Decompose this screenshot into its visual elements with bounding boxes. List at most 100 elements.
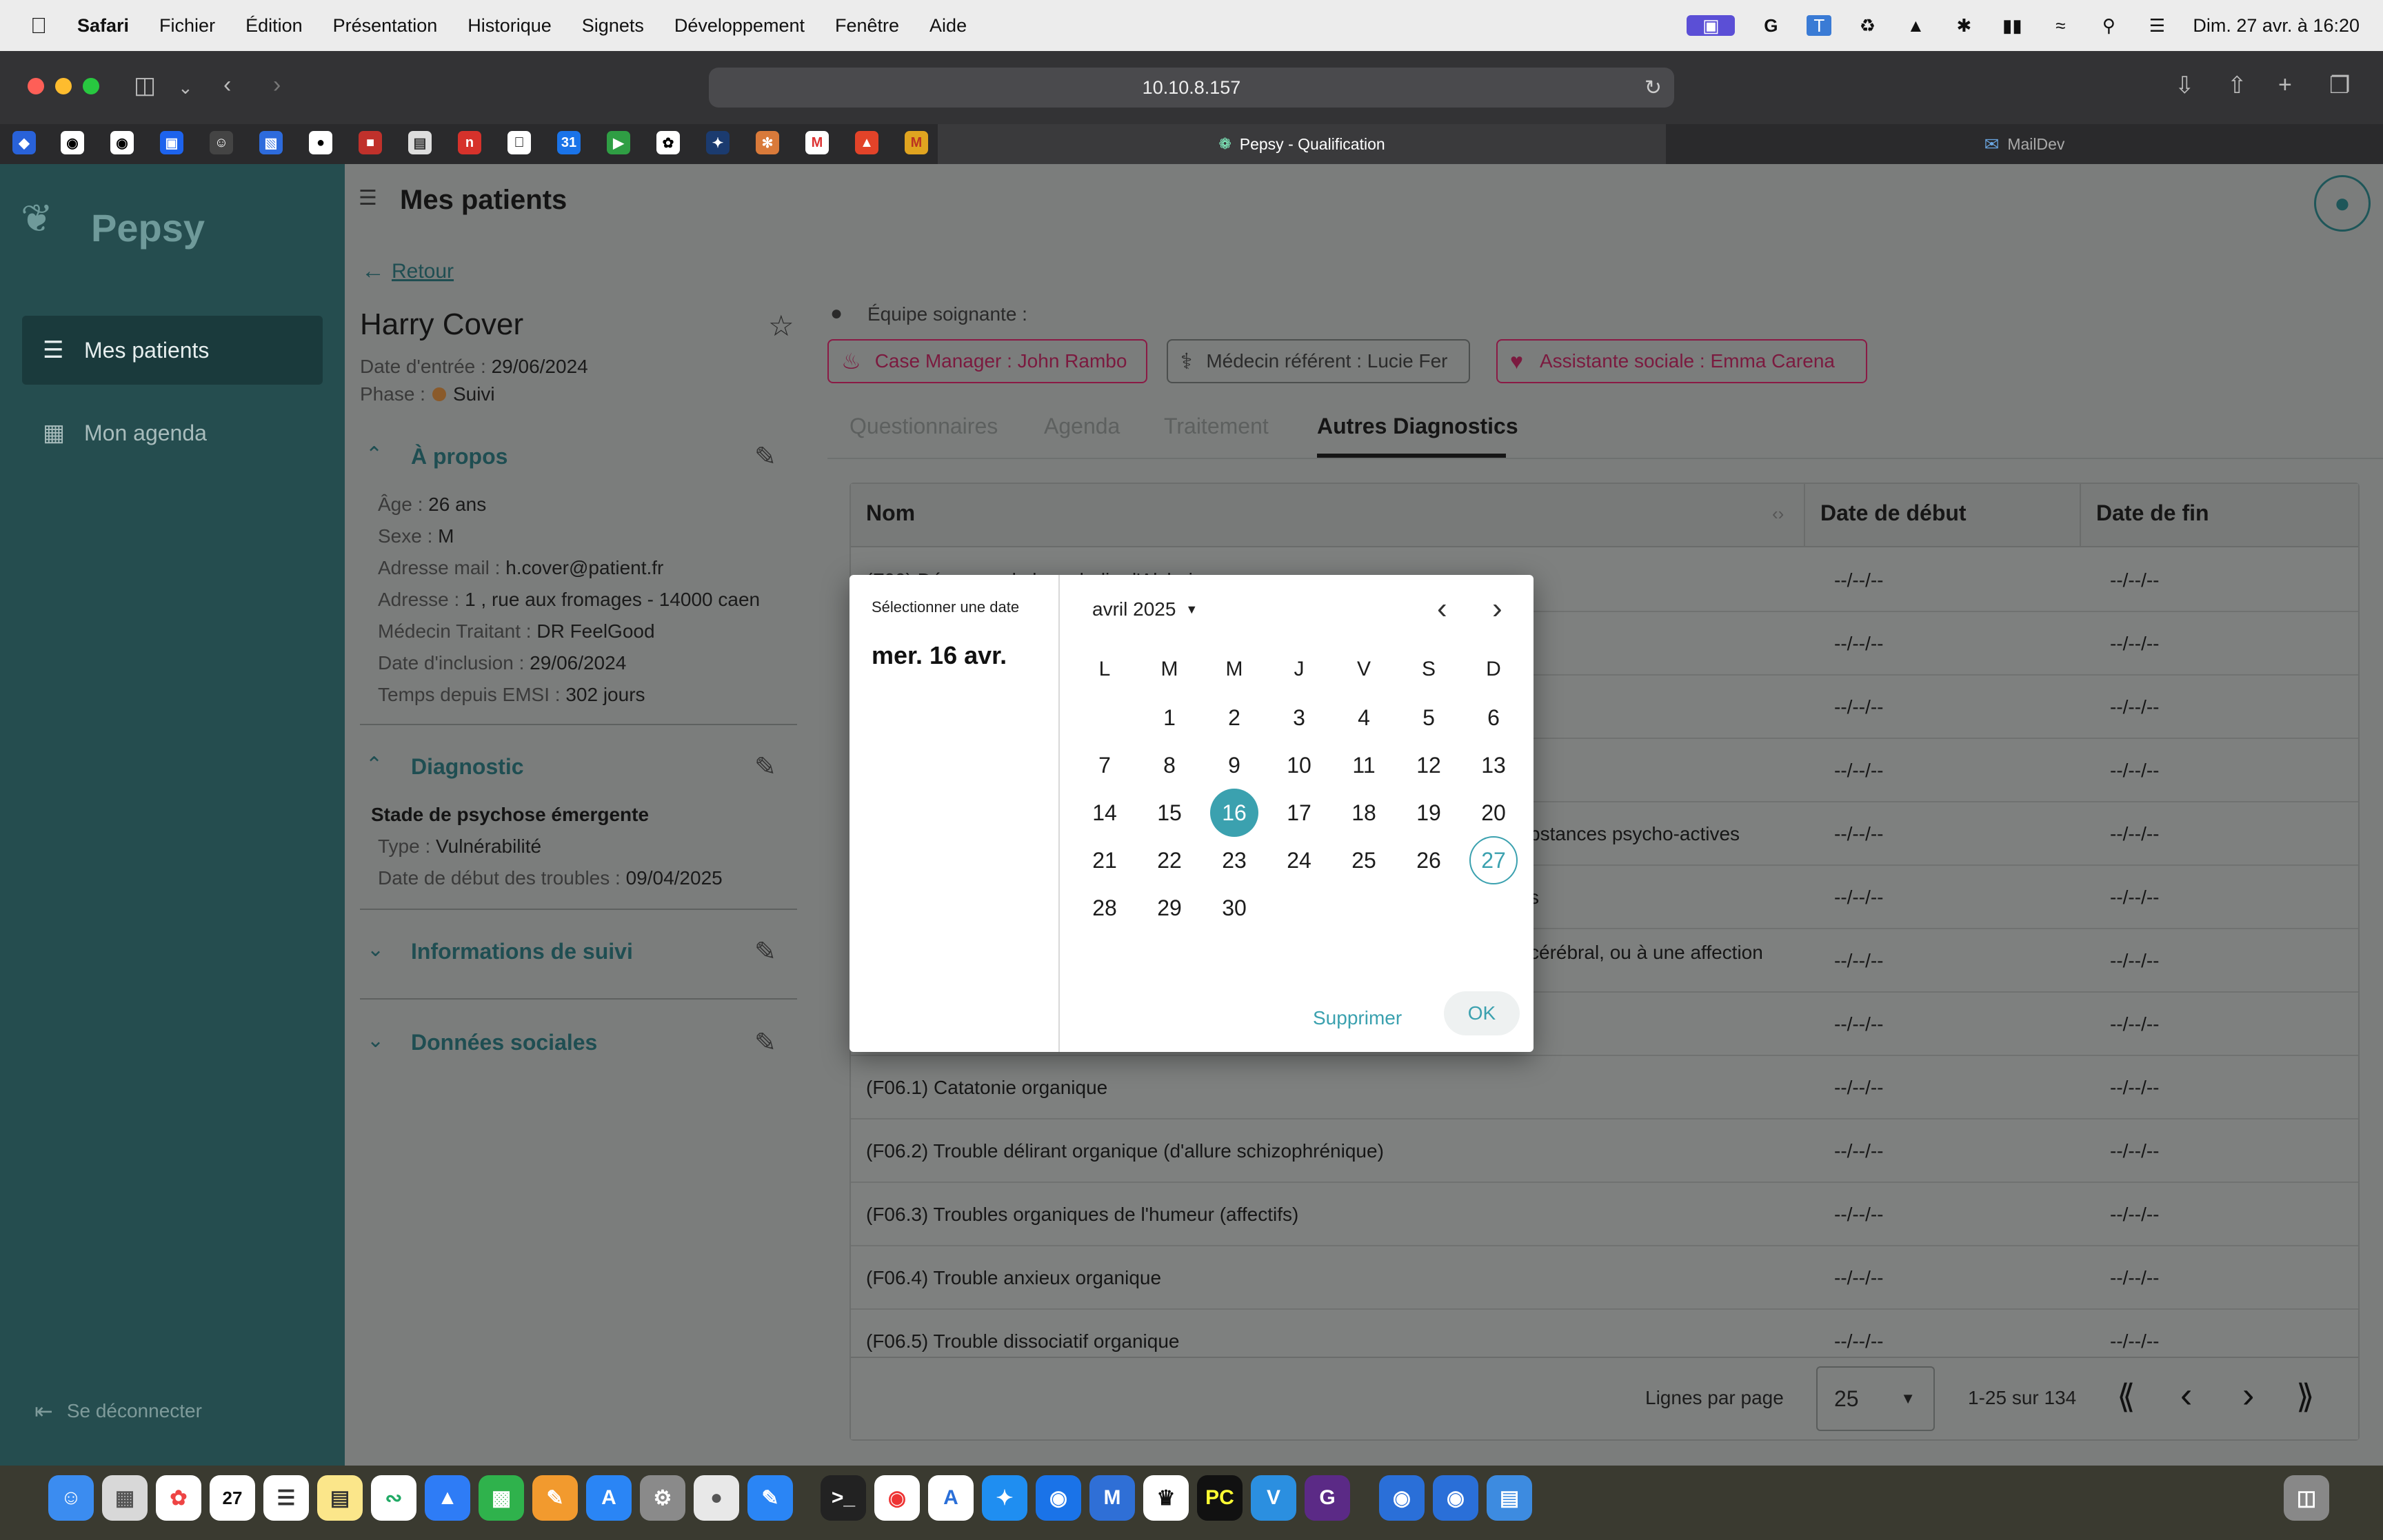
share-icon[interactable]: ⇧: [2227, 72, 2247, 99]
chevron-down-icon[interactable]: ⌄: [367, 1029, 384, 1053]
menu-item-fenetre[interactable]: Fenêtre: [835, 15, 899, 37]
edit-pencil-icon[interactable]: ✎: [754, 441, 776, 472]
tab-maildev[interactable]: ✉ MailDev: [1666, 124, 2383, 164]
zoom-window-icon[interactable]: [83, 78, 99, 94]
pycharm-icon[interactable]: PC: [1197, 1475, 1243, 1521]
trash-icon[interactable]: ◫: [2284, 1475, 2329, 1521]
menu-app-name[interactable]: Safari: [77, 15, 129, 37]
calendar-day[interactable]: 21: [1080, 836, 1129, 884]
calendar-day[interactable]: 6: [1469, 693, 1518, 742]
back-link[interactable]: ← Retour: [361, 258, 454, 285]
calendar-day[interactable]: 11: [1340, 741, 1388, 789]
logout-button[interactable]: ⇤ Se déconnecter: [34, 1398, 202, 1424]
last-page-icon[interactable]: ⟫: [2296, 1377, 2315, 1416]
calendar-day[interactable]: 8: [1145, 741, 1194, 789]
calendar-day[interactable]: 3: [1275, 693, 1323, 742]
control-center-icon[interactable]: ☰: [2144, 15, 2169, 36]
ok-button[interactable]: OK: [1444, 991, 1520, 1035]
calendar-day[interactable]: 29: [1145, 884, 1194, 932]
freeform-icon[interactable]: ∾: [371, 1475, 416, 1521]
tab-overview-icon[interactable]: ❐: [2329, 72, 2350, 99]
app-icon[interactable]: M: [1089, 1475, 1135, 1521]
favorite-openai-icon[interactable]: ✿: [656, 131, 680, 154]
app-icon[interactable]: ●: [694, 1475, 739, 1521]
favorite-star-icon[interactable]: ☆: [768, 309, 794, 343]
favorite-gmail-icon[interactable]: M: [805, 131, 829, 154]
favorite-github-icon[interactable]: ◉: [61, 131, 84, 154]
app-store-icon[interactable]: A: [586, 1475, 632, 1521]
minimize-window-icon[interactable]: [55, 78, 72, 94]
tab-autres-diagnostics[interactable]: Autres Diagnostics: [1317, 414, 1518, 439]
favorite-github-icon[interactable]: ◉: [110, 131, 134, 154]
favorite-gmail-icon[interactable]: M: [905, 131, 928, 154]
calendar-day-today[interactable]: 27: [1469, 836, 1518, 884]
calendar-day[interactable]: 15: [1145, 789, 1194, 837]
next-page-icon[interactable]: ›: [2242, 1375, 2254, 1416]
notes-icon[interactable]: ▤: [317, 1475, 363, 1521]
battery-icon[interactable]: ▮▮: [2000, 15, 2024, 36]
calendar-day[interactable]: 10: [1275, 741, 1323, 789]
favorite-avatar-icon[interactable]: ☺: [210, 131, 233, 154]
edit-pencil-icon[interactable]: ✎: [754, 1027, 776, 1058]
favorite-bitwarden-icon[interactable]: ▧: [259, 131, 283, 154]
app-icon[interactable]: G: [1305, 1475, 1350, 1521]
favorite-app-icon[interactable]: ▤: [408, 131, 432, 154]
address-bar[interactable]: 10.10.8.157 ↻: [709, 68, 1674, 108]
favorite-jira-icon[interactable]: ◆: [12, 131, 36, 154]
app-icon[interactable]: A: [928, 1475, 974, 1521]
wifi-icon[interactable]: ≈: [2048, 15, 2073, 36]
previous-page-icon[interactable]: ‹: [2180, 1375, 2192, 1416]
finder-icon[interactable]: ☺: [48, 1475, 94, 1521]
calendar-day[interactable]: 26: [1405, 836, 1453, 884]
chrome-icon[interactable]: ◉: [874, 1475, 920, 1521]
favorite-claude-icon[interactable]: ✻: [756, 131, 779, 154]
globe-icon[interactable]: ◉: [1379, 1475, 1425, 1521]
screen-share-icon[interactable]: ▣: [1687, 15, 1736, 36]
edit-pencil-icon[interactable]: ✎: [754, 936, 776, 967]
spotlight-search-icon[interactable]: ⚲: [2096, 15, 2121, 36]
tab-agenda[interactable]: Agenda: [1044, 414, 1120, 439]
numbers-icon[interactable]: ▩: [479, 1475, 524, 1521]
folder-icon[interactable]: ▤: [1487, 1475, 1532, 1521]
rows-per-page-select[interactable]: 25 ▼: [1816, 1366, 1935, 1431]
calendar-day[interactable]: 1: [1145, 693, 1194, 742]
about-section-title[interactable]: À propos: [411, 444, 507, 469]
translate-icon[interactable]: T: [1807, 15, 1832, 36]
app-icon[interactable]: ✎: [747, 1475, 793, 1521]
social-section-title[interactable]: Données sociales: [411, 1030, 597, 1055]
calendar-day[interactable]: 4: [1340, 693, 1388, 742]
calendar-day[interactable]: 14: [1080, 789, 1129, 837]
favorite-gemini-icon[interactable]: ✦: [706, 131, 730, 154]
favorite-calendar-icon[interactable]: 31: [557, 131, 581, 154]
menu-clock[interactable]: Dim. 27 avr. à 16:20: [2193, 15, 2360, 37]
next-month-icon[interactable]: ›: [1492, 591, 1502, 626]
calendar-day[interactable]: 22: [1145, 836, 1194, 884]
launchpad-icon[interactable]: ▦: [102, 1475, 148, 1521]
diagnostic-section-title[interactable]: Diagnostic: [411, 754, 524, 780]
calendar-day[interactable]: 19: [1405, 789, 1453, 837]
notch-app-icon[interactable]: ▲: [1903, 15, 1928, 36]
favorite-app-icon[interactable]: n: [458, 131, 481, 154]
photos-icon[interactable]: ✿: [156, 1475, 201, 1521]
menu-item-edition[interactable]: Édition: [245, 15, 303, 37]
calendar-day-selected[interactable]: 16: [1210, 789, 1258, 837]
sync-icon[interactable]: ♻: [1855, 15, 1880, 36]
calendar-day[interactable]: 17: [1275, 789, 1323, 837]
favorite-app-icon[interactable]: ●: [309, 131, 332, 154]
app-icon[interactable]: ♛: [1143, 1475, 1189, 1521]
chip-referring-doctor[interactable]: ⚕ Médecin référent : Lucie Fer: [1167, 339, 1470, 383]
keynote-icon[interactable]: ▲: [425, 1475, 470, 1521]
menu-item-fichier[interactable]: Fichier: [159, 15, 215, 37]
calendar-app-icon[interactable]: 27: [210, 1475, 255, 1521]
back-arrow-icon[interactable]: ‹: [223, 72, 231, 99]
vscode-icon[interactable]: V: [1251, 1475, 1296, 1521]
terminal-icon[interactable]: >_: [821, 1475, 866, 1521]
sidebar-toggle-icon[interactable]: ◫: [134, 72, 156, 99]
system-settings-icon[interactable]: ⚙: [640, 1475, 685, 1521]
apple-icon[interactable]: : [30, 13, 47, 39]
calendar-day[interactable]: 12: [1405, 741, 1453, 789]
tab-traitement[interactable]: Traitement: [1164, 414, 1269, 439]
calendar-day[interactable]: 24: [1275, 836, 1323, 884]
chevron-up-icon[interactable]: ⌃: [365, 753, 383, 777]
menu-item-historique[interactable]: Historique: [467, 15, 552, 37]
